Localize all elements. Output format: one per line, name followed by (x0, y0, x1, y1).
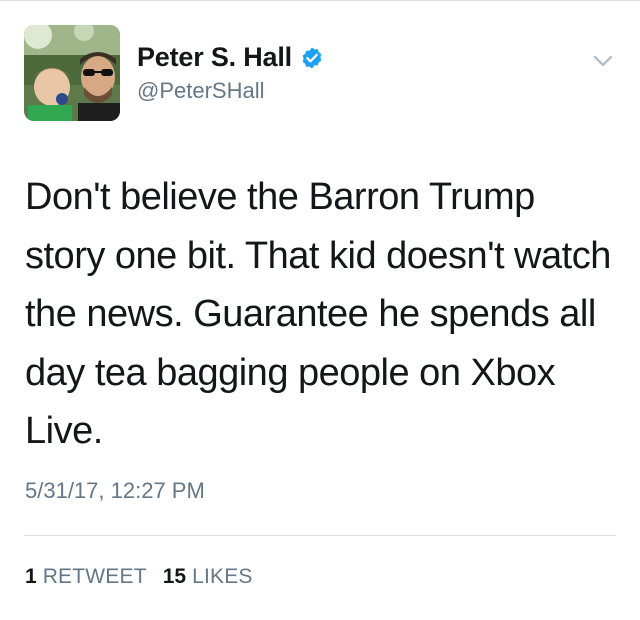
user-handle[interactable]: @PeterSHall (137, 78, 265, 104)
retweets-stat[interactable]: 1 RETWEET (25, 565, 147, 589)
stats-divider (24, 535, 616, 536)
tweet-text: Don't believe the Barron Trump story one… (25, 176, 611, 452)
display-name[interactable]: Peter S. Hall (137, 42, 292, 73)
tweet-timestamp[interactable]: 5/31/17, 12:27 PM (25, 478, 205, 504)
avatar[interactable] (24, 25, 120, 121)
likes-stat[interactable]: 15 LIKES (163, 565, 253, 589)
user-name-row: Peter S. Hall (137, 42, 324, 73)
tweet-stats: 1 RETWEET 15 LIKES (25, 565, 269, 589)
retweets-count: 1 (25, 565, 37, 588)
retweets-label: RETWEET (42, 565, 147, 588)
likes-count: 15 (162, 565, 187, 588)
likes-label: LIKES (192, 565, 253, 588)
profile-photo-icon (24, 25, 120, 121)
verified-badge-icon (300, 46, 324, 70)
top-divider (0, 0, 640, 1)
chevron-down-icon[interactable] (590, 48, 616, 74)
